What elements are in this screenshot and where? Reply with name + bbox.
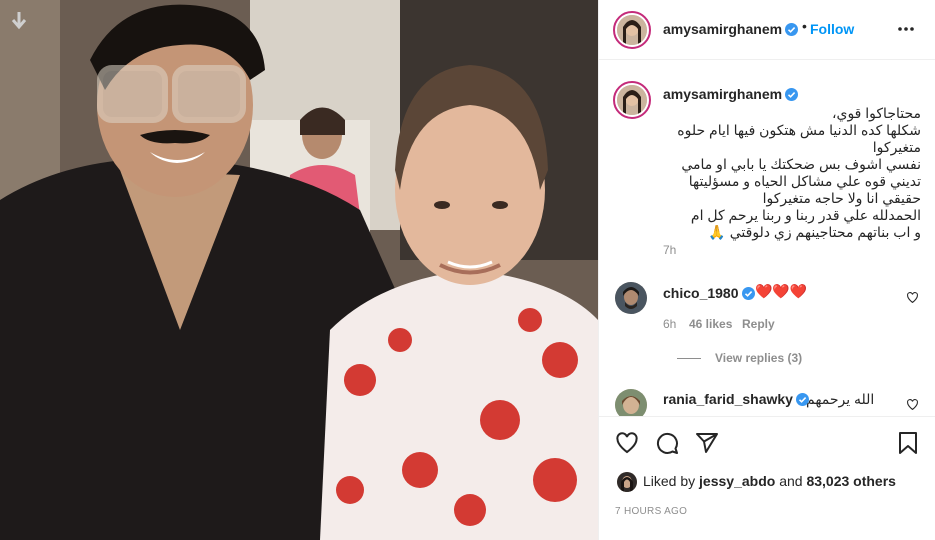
follow-button[interactable]: Follow — [810, 21, 854, 37]
caption-time[interactable]: 7h — [663, 243, 676, 257]
liked-by-avatar[interactable] — [617, 472, 637, 492]
comment-text: ❤️❤️❤️ — [755, 283, 808, 299]
liked-by-text: Liked by jessy_abdo and 83,023 others — [643, 473, 896, 489]
caption-text: محتاجاكوا قوي، شكلها كده الدنيا مش هتكون… — [677, 105, 921, 240]
photo-illustration — [0, 0, 598, 540]
verified-icon — [741, 287, 755, 300]
download-arrow-icon[interactable] — [10, 10, 28, 32]
comment-username[interactable]: chico_1980 — [663, 285, 755, 301]
post-header: amysamirghanem • Follow — [599, 0, 935, 60]
liked-by-others[interactable]: 83,023 others — [806, 473, 896, 489]
heart-icon[interactable] — [615, 431, 639, 455]
post-side-panel: amysamirghanem • Follow amysamirghanem م… — [598, 0, 935, 540]
share-icon[interactable] — [695, 431, 719, 455]
comment-icon[interactable] — [655, 431, 679, 455]
comments-section[interactable]: amysamirghanem محتاجاكوا قوي، شكلها كده … — [599, 61, 935, 416]
caption-username[interactable]: amysamirghanem — [663, 86, 799, 102]
post-photo[interactable] — [0, 0, 598, 540]
comment-text: الله يرحمهم — [806, 391, 875, 407]
replies-line — [677, 358, 701, 360]
liked-by-and: and — [775, 473, 807, 489]
comment-avatar[interactable] — [615, 282, 647, 314]
verified-icon — [785, 88, 799, 101]
more-options-icon[interactable] — [896, 19, 916, 39]
post-timestamp[interactable]: 7 HOURS AGO — [615, 506, 687, 517]
bookmark-icon[interactable] — [896, 431, 920, 455]
post-actions: Liked by jessy_abdo and 83,023 others 7 … — [599, 416, 935, 540]
view-replies-button[interactable]: View replies (3) — [677, 351, 802, 365]
comment-avatar[interactable] — [615, 389, 647, 416]
comment-time[interactable]: 6h — [663, 317, 676, 331]
dot-separator: • — [802, 18, 807, 34]
comment-likes[interactable]: 46 likes — [689, 317, 732, 331]
verified-icon — [785, 23, 799, 36]
caption-avatar[interactable] — [617, 85, 647, 115]
author-avatar[interactable] — [617, 15, 647, 45]
comment-reply-button[interactable]: Reply — [742, 317, 775, 331]
comment-heart-icon[interactable] — [906, 291, 919, 304]
liked-by-prefix: Liked by — [643, 473, 700, 489]
comment-heart-icon[interactable] — [906, 398, 919, 411]
author-username[interactable]: amysamirghanem — [663, 21, 799, 37]
liked-by-user[interactable]: jessy_abdo — [699, 473, 775, 489]
comment-username[interactable]: rania_farid_shawky — [663, 391, 809, 407]
